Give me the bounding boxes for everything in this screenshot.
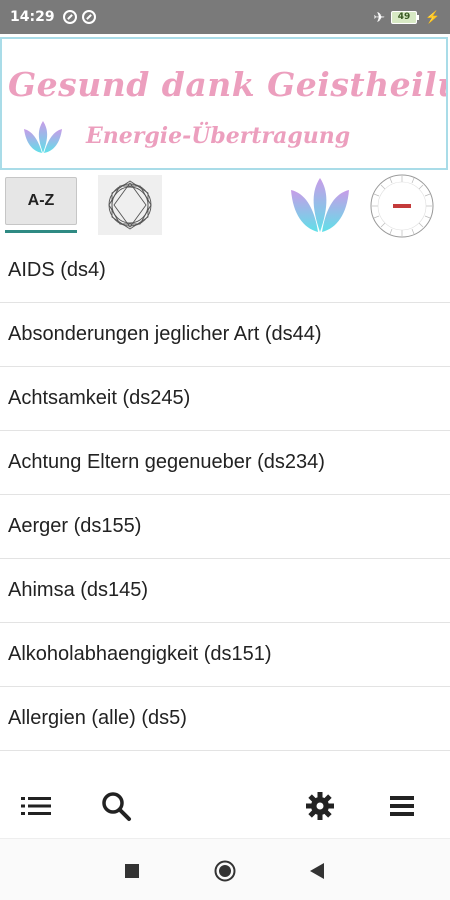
mandala-button[interactable] <box>98 175 162 235</box>
system-navigation-bar <box>0 838 450 900</box>
list-item[interactable]: Achtung Eltern gegenueber (ds234) <box>0 431 450 495</box>
battery-tip <box>417 14 420 20</box>
lotus-button[interactable] <box>288 174 352 236</box>
list-item[interactable]: Aerger (ds155) <box>0 495 450 559</box>
status-notifications <box>62 10 96 24</box>
back-icon <box>310 863 324 879</box>
list-icon <box>21 797 51 815</box>
recent-apps-icon <box>125 864 139 878</box>
charging-icon: ⚡ <box>425 10 440 24</box>
dial-chart-icon <box>370 174 434 238</box>
notification-icon <box>81 10 96 24</box>
list-item[interactable]: Alkoholabhaengigkeit (ds151) <box>0 623 450 687</box>
list-item[interactable]: Ahimsa (ds145) <box>0 559 450 623</box>
airplane-mode-icon: ✈ <box>373 8 386 25</box>
search-icon <box>102 792 131 821</box>
home-button[interactable] <box>211 857 239 885</box>
banner-title: Gesund dank Geistheilung <box>8 65 446 104</box>
list-item[interactable]: Absonderungen jeglicher Art (ds44) <box>0 303 450 367</box>
menu-button[interactable] <box>380 784 424 828</box>
mandala-icon <box>108 180 152 230</box>
status-time: 14:29 <box>10 9 55 25</box>
az-active-indicator <box>5 230 77 233</box>
lotus-icon <box>291 178 349 232</box>
search-button[interactable] <box>94 784 138 828</box>
notification-icon <box>62 10 77 24</box>
battery-icon: 49 <box>391 10 420 24</box>
toolbar: A-Z <box>0 172 450 238</box>
dial-chart-button[interactable] <box>368 174 436 238</box>
back-button[interactable] <box>303 857 331 885</box>
app-banner: Gesund dank Geistheilung Energie-Übertra… <box>0 37 448 170</box>
list-item[interactable]: AIDS (ds4) <box>0 239 450 303</box>
lotus-logo-icon <box>24 121 62 153</box>
remedy-list: AIDS (ds4) Absonderungen jeglicher Art (… <box>0 239 450 774</box>
home-icon <box>214 860 236 882</box>
az-sort-button[interactable]: A-Z <box>5 177 77 225</box>
list-button[interactable] <box>14 784 58 828</box>
menu-icon <box>390 796 414 816</box>
bottom-navigation <box>0 774 450 838</box>
list-item[interactable]: Achtsamkeit (ds245) <box>0 367 450 431</box>
banner-subtitle: Energie-Übertragung <box>86 123 351 149</box>
status-bar: 14:29 ✈ 49 ⚡ <box>0 0 450 34</box>
status-right-group: ✈ 49 ⚡ <box>373 9 440 26</box>
settings-button[interactable] <box>298 784 342 828</box>
recent-apps-button[interactable] <box>118 857 146 885</box>
settings-icon <box>306 792 334 820</box>
list-item[interactable]: Allergien (alle) (ds5) <box>0 687 450 751</box>
battery-level: 49 <box>391 10 418 24</box>
